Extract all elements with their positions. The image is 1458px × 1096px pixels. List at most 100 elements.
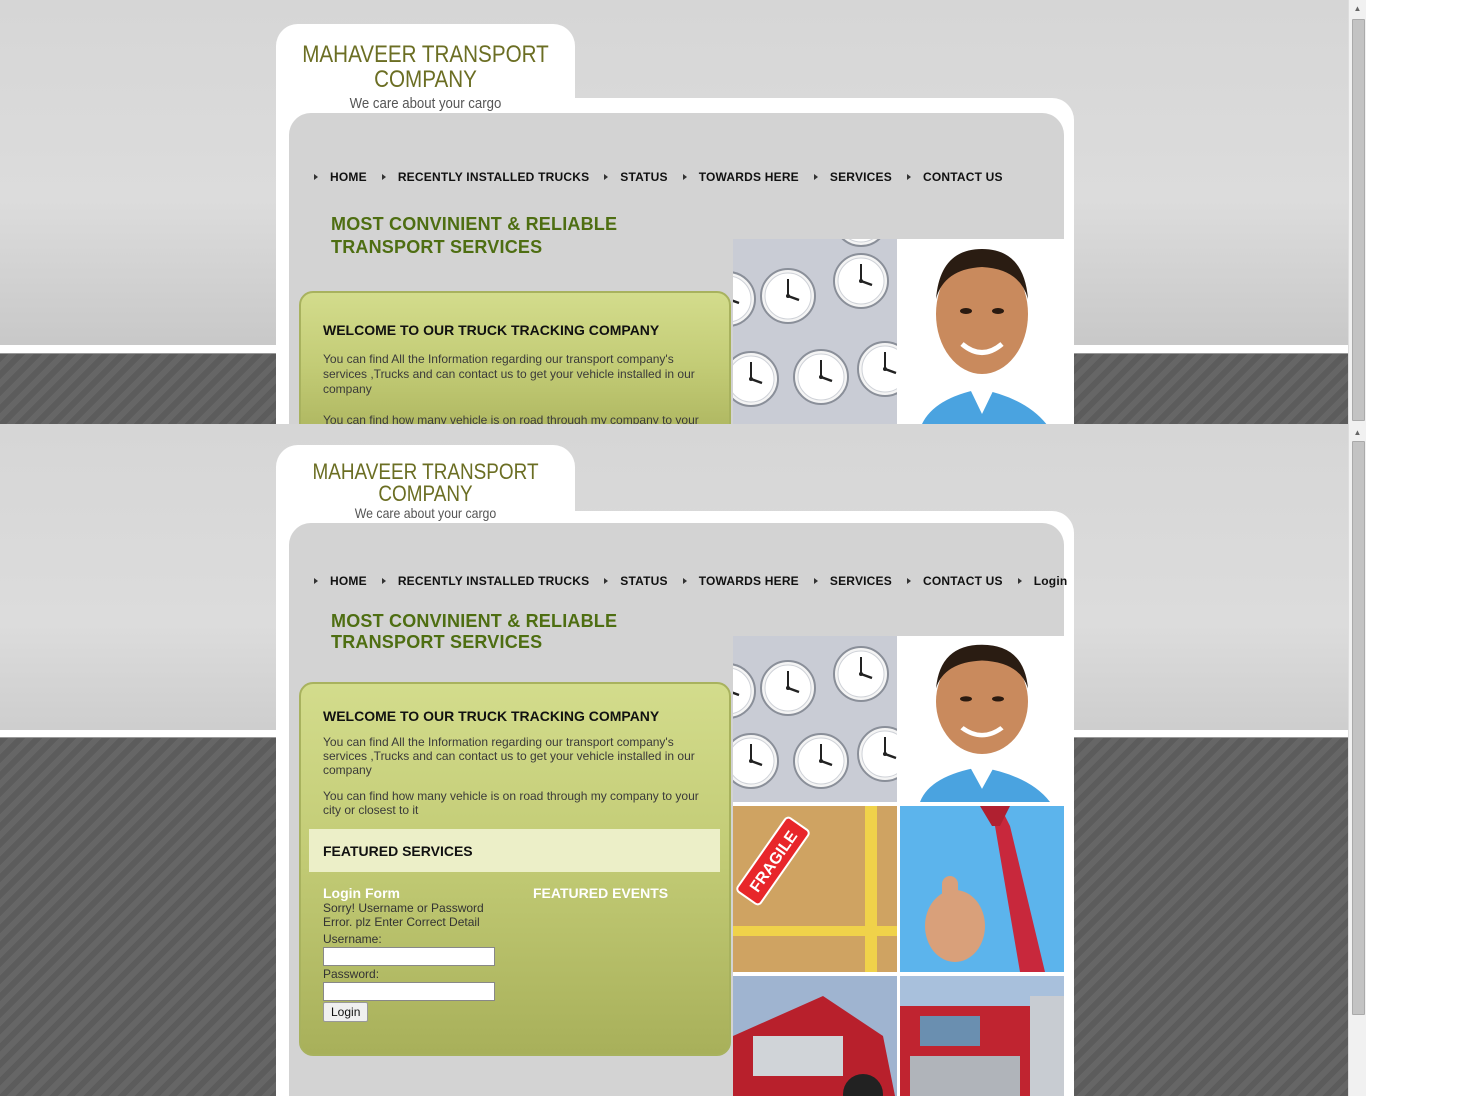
nav-contact-us[interactable]: CONTACT US xyxy=(906,574,1003,588)
welcome-paragraph-2: You can find how many vehicle is on road… xyxy=(323,789,699,817)
logo-title-line2: COMPANY xyxy=(378,481,473,506)
man-photo xyxy=(900,239,1064,424)
smiling-man-image xyxy=(900,636,1064,802)
password-input[interactable] xyxy=(323,982,495,1001)
nav-label: HOME xyxy=(330,170,367,184)
scroll-thumb[interactable] xyxy=(1352,441,1365,1015)
wall-clocks-image xyxy=(733,239,897,424)
arrow-icon xyxy=(604,578,609,584)
red-truck-front-image xyxy=(900,976,1064,1096)
headline-line1: MOST CONVINIENT & RELIABLE xyxy=(331,611,618,631)
clocks-photo xyxy=(733,636,897,802)
logo-tab: MAHAVEER TRANSPORT COMPANY We care about… xyxy=(276,24,575,114)
browser-view-bottom: MAHAVEER TRANSPORT COMPANY We care about… xyxy=(0,424,1366,1096)
headline: MOST CONVINIENT & RELIABLE TRANSPORT SER… xyxy=(331,213,617,259)
nav-status[interactable]: STATUS xyxy=(604,574,668,588)
logo-title-line2: COMPANY xyxy=(374,66,477,93)
featured-events-title: FEATURED EVENTS xyxy=(533,885,669,901)
man-photo xyxy=(900,636,1064,802)
nav-label: CONTACT US xyxy=(922,574,1003,588)
featured-services-bar: FEATURED SERVICES xyxy=(309,829,720,872)
arrow-icon xyxy=(314,174,318,180)
nav-label: STATUS xyxy=(620,574,668,588)
smiling-man-image xyxy=(900,239,1064,424)
photo-grid xyxy=(733,239,1064,424)
red-truck-front-photo xyxy=(900,976,1064,1096)
welcome-title: WELCOME TO OUR TRUCK TRACKING COMPANY xyxy=(323,322,660,338)
welcome-paragraph-2: You can find how many vehicle is on road… xyxy=(323,413,699,424)
login-button[interactable]: Login xyxy=(323,1002,369,1022)
fragile-box-photo: FRAGILE xyxy=(733,806,897,972)
page-viewport: MAHAVEER TRANSPORT COMPANY We care about… xyxy=(0,424,1349,1096)
logo-tagline: We care about your cargo xyxy=(354,505,497,521)
arrow-icon xyxy=(682,578,687,584)
username-input[interactable] xyxy=(323,947,495,966)
nav-label: Login xyxy=(1033,574,1068,588)
logo-tagline: We care about your cargo xyxy=(349,95,502,112)
red-truck-image xyxy=(733,976,897,1096)
headline-line2: TRANSPORT SERVICES xyxy=(331,237,543,257)
nav-label: STATUS xyxy=(620,170,668,184)
nav-label: CONTACT US xyxy=(922,170,1003,184)
main-nav: HOME RECENTLY INSTALLED TRUCKS STATUS TO… xyxy=(314,170,1018,184)
main-nav: HOME RECENTLY INSTALLED TRUCKS STATUS TO… xyxy=(314,574,1082,588)
logo-tab: MAHAVEER TRANSPORT COMPANY We care about… xyxy=(276,445,575,525)
nav-services[interactable]: SERVICES xyxy=(813,170,892,184)
nav-label: SERVICES xyxy=(829,170,892,184)
arrow-icon xyxy=(906,174,911,180)
nav-recently-installed-trucks[interactable]: RECENTLY INSTALLED TRUCKS xyxy=(381,170,590,184)
logo-title-line1: MAHAVEER TRANSPORT xyxy=(302,41,549,68)
welcome-paragraph-1: You can find All the Information regardi… xyxy=(323,735,695,777)
password-label: Password: xyxy=(323,967,380,981)
welcome-panel: WELCOME TO OUR TRUCK TRACKING COMPANY Yo… xyxy=(299,682,731,1056)
arrow-icon xyxy=(1017,578,1022,584)
vertical-scrollbar[interactable]: ▲ xyxy=(1348,0,1366,424)
fragile-box-image: FRAGILE xyxy=(733,806,897,972)
clocks-photo xyxy=(733,239,897,424)
arrow-icon xyxy=(682,174,687,180)
headline: MOST CONVINIENT & RELIABLE TRANSPORT SER… xyxy=(331,611,617,653)
nav-home[interactable]: HOME xyxy=(314,574,367,588)
wall-clocks-image xyxy=(733,636,897,802)
welcome-paragraph-1: You can find All the Information regardi… xyxy=(323,352,695,396)
nav-contact-us[interactable]: CONTACT US xyxy=(906,170,1003,184)
nav-home[interactable]: HOME xyxy=(314,170,367,184)
nav-services[interactable]: SERVICES xyxy=(813,574,892,588)
scroll-thumb[interactable] xyxy=(1352,19,1365,421)
thumbs-up-photo xyxy=(900,806,1064,972)
nav-label: RECENTLY INSTALLED TRUCKS xyxy=(397,170,590,184)
red-truck-photo xyxy=(733,976,897,1096)
thumbs-up-man-image xyxy=(900,806,1064,972)
headline-line2: TRANSPORT SERVICES xyxy=(331,632,543,652)
arrow-icon xyxy=(314,578,318,584)
scroll-up-arrow-icon[interactable]: ▲ xyxy=(1349,424,1366,441)
nav-label: RECENTLY INSTALLED TRUCKS xyxy=(397,574,590,588)
browser-view-top: MAHAVEER TRANSPORT COMPANY We care about… xyxy=(0,0,1366,424)
featured-services-title: FEATURED SERVICES xyxy=(323,843,473,859)
welcome-title: WELCOME TO OUR TRUCK TRACKING COMPANY xyxy=(323,708,660,724)
arrow-icon xyxy=(381,578,386,584)
arrow-icon xyxy=(813,174,818,180)
username-label: Username: xyxy=(323,932,382,946)
nav-label: TOWARDS HERE xyxy=(698,170,799,184)
nav-towards-here[interactable]: TOWARDS HERE xyxy=(682,574,799,588)
photo-grid: FRAGILE xyxy=(733,636,1064,1096)
nav-login[interactable]: Login xyxy=(1017,574,1068,588)
page-viewport: MAHAVEER TRANSPORT COMPANY We care about… xyxy=(0,0,1349,424)
login-form-title: Login Form xyxy=(323,885,400,901)
arrow-icon xyxy=(813,578,818,584)
nav-recently-installed-trucks[interactable]: RECENTLY INSTALLED TRUCKS xyxy=(381,574,590,588)
scroll-up-arrow-icon[interactable]: ▲ xyxy=(1349,0,1366,17)
arrow-icon xyxy=(604,174,609,180)
nav-status[interactable]: STATUS xyxy=(604,170,668,184)
nav-label: HOME xyxy=(330,574,367,588)
nav-label: SERVICES xyxy=(829,574,892,588)
vertical-scrollbar[interactable]: ▲ xyxy=(1348,424,1366,1096)
headline-line1: MOST CONVINIENT & RELIABLE xyxy=(331,214,618,234)
arrow-icon xyxy=(906,578,911,584)
nav-label: TOWARDS HERE xyxy=(698,574,799,588)
logo-title-line1: MAHAVEER TRANSPORT xyxy=(312,459,539,484)
login-error-message: Sorry! Username or Password Error. plz E… xyxy=(323,901,484,929)
welcome-panel: WELCOME TO OUR TRUCK TRACKING COMPANY Yo… xyxy=(299,291,731,424)
nav-towards-here[interactable]: TOWARDS HERE xyxy=(682,170,799,184)
